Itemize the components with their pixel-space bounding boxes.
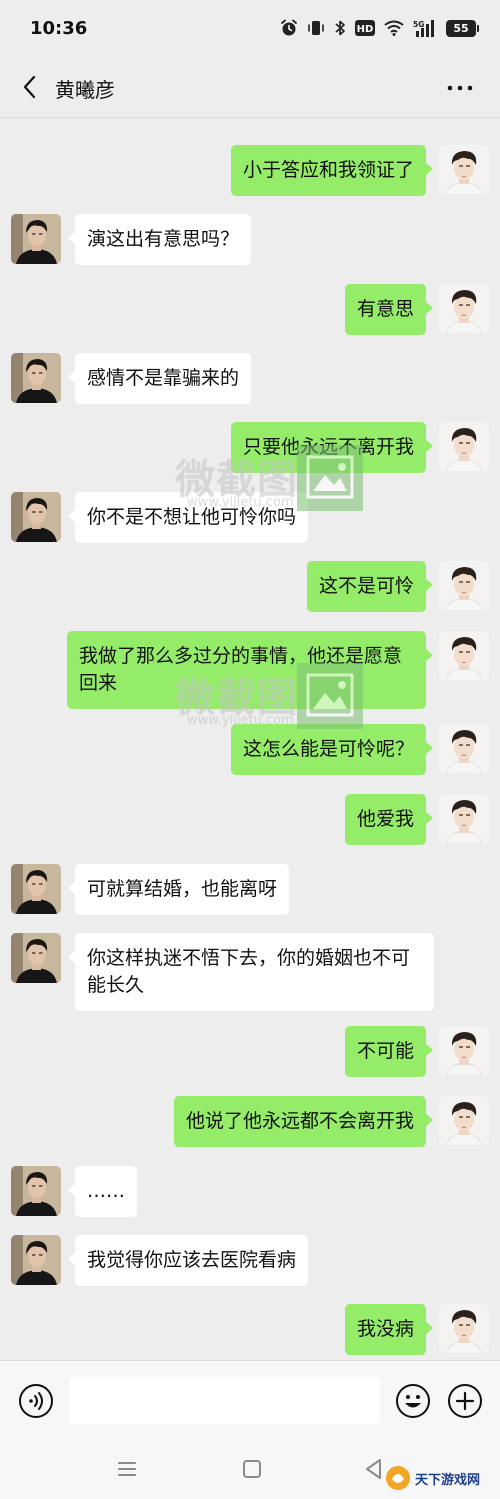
alarm-icon (281, 19, 297, 36)
input-bar (0, 1360, 500, 1440)
my-avatar[interactable] (439, 284, 489, 334)
battery-indicator: 55 (446, 19, 479, 37)
signal-icon: 5G (413, 20, 434, 37)
my-avatar[interactable] (439, 724, 489, 774)
my-message-bubble: 他爱我 (344, 794, 434, 845)
contact-message-bubble: 感情不是靠骗来的 (67, 353, 252, 404)
contact-message-bubble: …… (68, 1166, 137, 1217)
contact-avatar[interactable] (11, 492, 61, 542)
my-avatar[interactable] (439, 1304, 489, 1354)
site-logo-text: 天下游戏网 (415, 1472, 481, 1488)
contact-message-bubble: 演这出有意思吗？ (67, 214, 252, 265)
my-message-bubble: 他说了他永远都不会离开我 (173, 1096, 434, 1147)
my-message-bubble: 有意思 (344, 284, 434, 335)
svg-text:HD: HD (357, 24, 374, 35)
status-time: 10:36 (30, 17, 88, 39)
vibrate-icon (308, 21, 324, 35)
my-avatar[interactable] (439, 145, 489, 195)
plus-icon[interactable] (447, 1383, 483, 1419)
contact-avatar[interactable] (11, 353, 61, 403)
site-logo-icon (386, 1466, 410, 1490)
contact-message-bubble: 我觉得你应该去医院看病 (67, 1235, 309, 1286)
contact-avatar[interactable] (11, 864, 61, 914)
my-avatar[interactable] (439, 1026, 489, 1076)
more-dots-icon[interactable] (446, 78, 474, 98)
hd-icon: HD (355, 20, 375, 36)
my-message-bubble: 这不是可怜 (306, 561, 434, 612)
back-triangle-icon[interactable] (363, 1457, 385, 1481)
status-icons: HD 5G 55 (280, 19, 479, 37)
home-square-icon[interactable] (241, 1458, 263, 1480)
status-bar: 10:36 HD 5G 55 (0, 0, 500, 56)
voice-icon[interactable] (18, 1383, 54, 1419)
my-message-bubble: 只要他永远不离开我 (230, 422, 434, 473)
my-message-bubble: 我做了那么多过分的事情，他还是愿意回来 (67, 631, 433, 709)
contact-message-bubble: 你不是不想让他可怜你吗 (67, 492, 309, 543)
my-message-bubble: 我没病 (344, 1304, 434, 1355)
contact-message-bubble: 可就算结婚，也能离呀 (67, 864, 290, 915)
wifi-icon (384, 20, 404, 36)
my-avatar[interactable] (439, 1096, 489, 1146)
bluetooth-icon (335, 20, 345, 36)
my-message-bubble: 这怎么能是可怜呢？ (230, 724, 434, 775)
contact-message-bubble: 你这样执迷不悟下去，你的婚姻也不可能长久 (68, 933, 434, 1011)
menu-icon[interactable] (116, 1458, 138, 1480)
my-message-bubble: 小于答应和我领证了 (230, 145, 434, 196)
my-message-bubble: 不可能 (344, 1026, 434, 1077)
contact-avatar[interactable] (11, 214, 61, 264)
emoji-icon[interactable] (395, 1383, 431, 1419)
contact-avatar[interactable] (11, 1235, 61, 1285)
my-avatar[interactable] (439, 631, 489, 681)
my-avatar[interactable] (439, 794, 489, 844)
my-avatar[interactable] (439, 561, 489, 611)
chat-title: 黄曦彦 (55, 78, 115, 102)
my-avatar[interactable] (439, 422, 489, 472)
contact-avatar[interactable] (11, 1166, 61, 1216)
contact-avatar[interactable] (11, 933, 61, 983)
network-label: 5G (413, 20, 424, 29)
site-logo: 天下游戏网 (385, 1462, 497, 1494)
message-input[interactable] (69, 1377, 380, 1424)
chat-header: 黄曦彦 (0, 56, 500, 118)
chevron-left-icon[interactable] (20, 74, 42, 100)
